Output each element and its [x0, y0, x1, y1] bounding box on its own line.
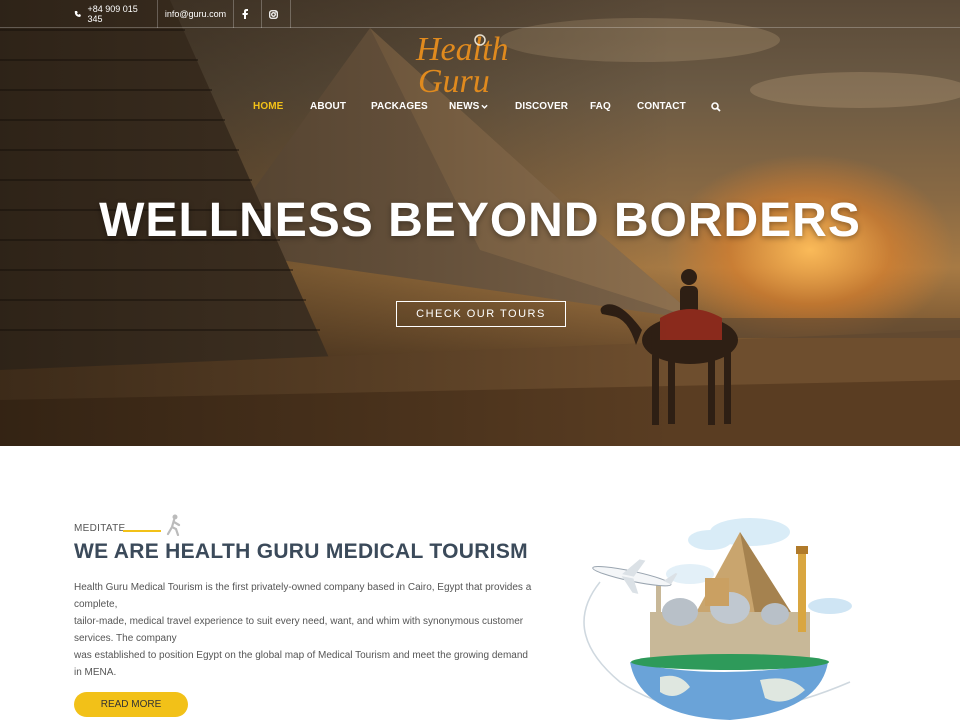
health-guru-logo[interactable]: Health Guru	[412, 28, 550, 100]
about-line: complete,	[74, 599, 118, 610]
logo-image: Health Guru	[415, 31, 509, 100]
instagram-icon	[268, 9, 278, 19]
hero-title: WELLNESS BEYOND BORDERS	[99, 194, 861, 247]
about-line: in MENA.	[74, 667, 117, 678]
section-eyebrow: MEDITATE	[74, 523, 126, 534]
eyebrow-divider	[123, 530, 161, 532]
about-line: tailor-made, medical travel experience t…	[74, 616, 524, 627]
about-line: was established to position Egypt on the…	[74, 650, 528, 661]
instagram-link[interactable]	[262, 0, 291, 28]
about-line: services. The company	[74, 633, 177, 644]
walking-person-icon	[166, 514, 181, 536]
check-tours-button[interactable]: CHECK OUR TOURS	[396, 301, 566, 327]
phone-icon	[74, 11, 81, 17]
svg-text:Guru: Guru	[418, 63, 490, 98]
email-contact[interactable]: info@guru.com	[158, 0, 234, 28]
phone-contact[interactable]: +84 909 015 345	[68, 0, 158, 28]
read-more-button[interactable]: READ MORE	[74, 692, 188, 717]
nav-active-underline	[0, 101, 960, 115]
egypt-globe-illustration	[583, 518, 852, 720]
about-line: Health Guru Medical Tourism is the first…	[74, 582, 532, 593]
about-heading: WE ARE HEALTH GURU MEDICAL TOURISM	[74, 540, 528, 563]
email-address: info@guru.com	[164, 9, 227, 19]
facebook-icon	[242, 9, 248, 19]
top-contact-bar: +84 909 015 345 info@guru.com	[0, 0, 960, 28]
about-description: Health Guru Medical Tourism is the first…	[74, 579, 534, 681]
facebook-link[interactable]	[234, 0, 262, 28]
phone-number: +84 909 015 345	[87, 4, 138, 24]
